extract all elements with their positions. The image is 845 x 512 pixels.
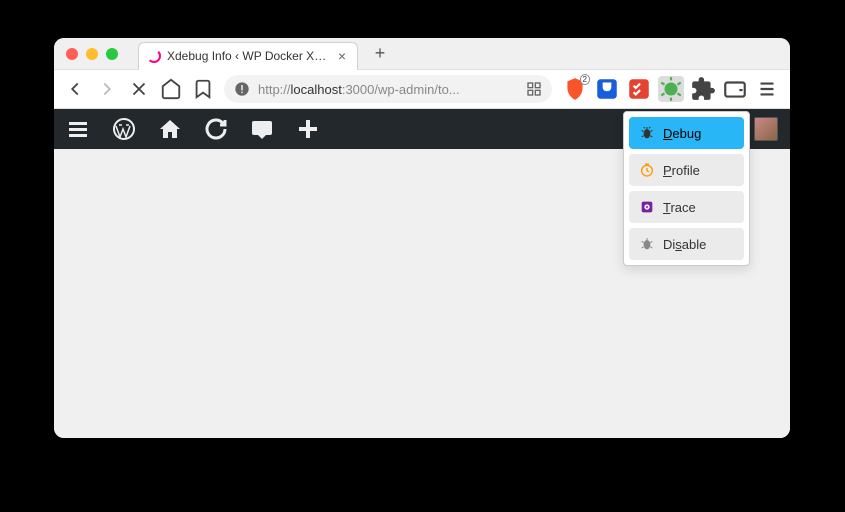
menu-toggle-icon[interactable]	[66, 117, 90, 141]
xdebug-debug-label: Debug	[663, 126, 701, 141]
close-tab-button[interactable]: ×	[335, 49, 349, 63]
home-button[interactable]	[160, 78, 182, 100]
bookmark-button[interactable]	[192, 78, 214, 100]
xdebug-profile-option[interactable]: Profile	[629, 154, 744, 186]
user-avatar[interactable]	[754, 117, 778, 141]
comments-icon[interactable]	[250, 117, 274, 141]
close-window-button[interactable]	[66, 48, 78, 60]
brave-shields-button[interactable]: 2	[562, 76, 588, 102]
extensions-menu-button[interactable]	[690, 76, 716, 102]
browser-toolbar: http://localhost:3000/wp-admin/to... 2	[54, 70, 790, 109]
app-menu-button[interactable]	[754, 76, 780, 102]
updates-icon[interactable]	[204, 117, 228, 141]
traffic-lights	[66, 48, 118, 60]
url-text: http://localhost:3000/wp-admin/to...	[258, 82, 518, 97]
minimize-window-button[interactable]	[86, 48, 98, 60]
insecure-icon	[234, 81, 250, 97]
bitwarden-extension-button[interactable]	[594, 76, 620, 102]
maximize-window-button[interactable]	[106, 48, 118, 60]
xdebug-trace-option[interactable]: Trace	[629, 191, 744, 223]
xdebug-extension-button[interactable]	[658, 76, 684, 102]
tab-title: Xdebug Info ‹ WP Docker Xdebu	[167, 49, 329, 63]
browser-window: Xdebug Info ‹ WP Docker Xdebu × + http:/…	[54, 38, 790, 438]
titlebar: Xdebug Info ‹ WP Docker Xdebu × +	[54, 38, 790, 70]
new-tab-button[interactable]: +	[368, 42, 392, 66]
xdebug-debug-option[interactable]: Debug	[629, 117, 744, 149]
xdebug-disable-label: Disable	[663, 237, 706, 252]
qr-icon[interactable]	[526, 81, 542, 97]
bug-icon	[639, 125, 655, 141]
back-button[interactable]	[64, 78, 86, 100]
xdebug-disable-option[interactable]: Disable	[629, 228, 744, 260]
loading-spinner-icon	[147, 49, 161, 63]
site-home-icon[interactable]	[158, 117, 182, 141]
browser-tab[interactable]: Xdebug Info ‹ WP Docker Xdebu ×	[138, 42, 358, 70]
forward-button[interactable]	[96, 78, 118, 100]
shields-badge: 2	[580, 74, 590, 85]
trace-icon	[639, 199, 655, 215]
address-bar[interactable]: http://localhost:3000/wp-admin/to...	[224, 75, 552, 103]
xdebug-profile-label: Profile	[663, 163, 700, 178]
bug-disabled-icon	[639, 236, 655, 252]
stop-button[interactable]	[128, 78, 150, 100]
new-content-icon[interactable]	[296, 117, 320, 141]
xdebug-popup: Debug Profile Trace Disable	[623, 111, 750, 266]
wallet-button[interactable]	[722, 76, 748, 102]
wordpress-logo-icon[interactable]	[112, 117, 136, 141]
extensions-row: 2	[562, 76, 780, 102]
xdebug-trace-label: Trace	[663, 200, 696, 215]
todoist-extension-button[interactable]	[626, 76, 652, 102]
clock-icon	[639, 162, 655, 178]
